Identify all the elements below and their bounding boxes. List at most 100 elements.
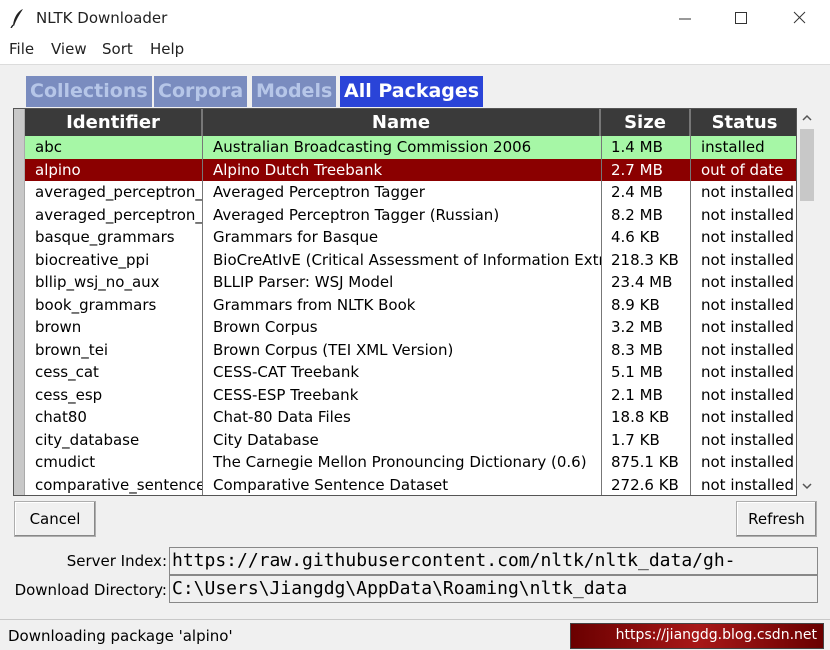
table-row[interactable]: city_database City Database 1.7 KB not inst… bbox=[25, 429, 796, 452]
cell-status: not installed bbox=[701, 250, 794, 269]
status-text: Downloading package 'alpino' bbox=[8, 627, 233, 645]
table-row[interactable]: chat80 Chat-80 Data Files 18.8 KB not insta… bbox=[25, 406, 796, 429]
cell-identifier: averaged_perceptron_t bbox=[35, 183, 202, 201]
table-row[interactable]: comparative_sentences Comparative Sentenc… bbox=[25, 474, 796, 496]
cell-status: not installed bbox=[701, 318, 794, 336]
col-status[interactable]: Status bbox=[691, 109, 796, 136]
menu-file[interactable]: File bbox=[9, 40, 34, 58]
table-header: Identifier Name Size Status bbox=[25, 109, 796, 136]
scroll-up-button[interactable] bbox=[797, 108, 817, 128]
table-row[interactable]: alpino Alpino Dutch Treebank 2.7 MB out of … bbox=[25, 158, 796, 181]
cell-identifier: basque_grammars bbox=[35, 228, 175, 246]
cell-name: Averaged Perceptron Tagger (Russian) bbox=[213, 205, 500, 224]
cell-size: 8.2 MB bbox=[611, 205, 663, 224]
cell-name: Australian Broadcasting Commission 2006 bbox=[213, 138, 532, 156]
cell-size: 2.7 MB bbox=[611, 160, 663, 179]
cell-name: CESS-CAT Treebank bbox=[213, 363, 360, 381]
scroll-thumb[interactable] bbox=[800, 129, 814, 201]
refresh-button[interactable]: Refresh bbox=[736, 501, 817, 537]
row-gutter bbox=[14, 109, 25, 495]
main-panel: Collections Corpora Models All Packages … bbox=[0, 64, 830, 650]
cell-name: The Carnegie Mellon Pronouncing Dictiona… bbox=[213, 453, 587, 471]
maximize-icon bbox=[735, 12, 747, 24]
cell-name: Comparative Sentence Dataset bbox=[213, 475, 449, 494]
tab-all-packages[interactable]: All Packages bbox=[340, 76, 484, 107]
table-row[interactable]: biocreative_ppi BioCreAtIvE (Critical Ass… bbox=[25, 249, 796, 272]
cell-identifier: brown_tei bbox=[35, 340, 109, 359]
cell-status: not installed bbox=[701, 183, 794, 201]
cell-identifier: alpino bbox=[35, 160, 81, 179]
cell-identifier: cess_cat bbox=[35, 363, 99, 381]
table-row[interactable]: abc Australian Broadcasting Commission 20… bbox=[25, 136, 796, 159]
cell-status: installed bbox=[701, 138, 765, 156]
table-row[interactable]: averaged_perceptron_t Averaged Perceptron… bbox=[25, 181, 796, 204]
cell-name: Grammars for Basque bbox=[213, 228, 379, 246]
close-button[interactable] bbox=[770, 0, 828, 36]
server-index-field[interactable]: https://raw.githubusercontent.com/nltk/n… bbox=[169, 547, 818, 575]
server-index-label: Server Index: bbox=[66, 552, 167, 570]
cell-identifier: averaged_perceptron_t bbox=[35, 205, 202, 224]
cell-status: not installed bbox=[701, 475, 794, 494]
col-identifier[interactable]: Identifier bbox=[25, 109, 203, 136]
tab-models[interactable]: Models bbox=[252, 76, 337, 107]
cancel-button[interactable]: Cancel bbox=[14, 501, 96, 537]
cell-size: 1.7 KB bbox=[611, 430, 660, 449]
cell-status: not installed bbox=[701, 408, 794, 426]
table-row[interactable]: cess_esp CESS-ESP Treebank 2.1 MB not insta… bbox=[25, 384, 796, 407]
tab-collections[interactable]: Collections bbox=[26, 76, 152, 107]
cell-status: not installed bbox=[701, 385, 794, 404]
cell-size: 2.4 MB bbox=[611, 183, 663, 201]
cell-status: not installed bbox=[701, 363, 794, 381]
scroll-down-button[interactable] bbox=[797, 476, 817, 496]
cell-status: not installed bbox=[701, 273, 794, 291]
cell-size: 218.3 KB bbox=[611, 250, 679, 269]
cell-name: Alpino Dutch Treebank bbox=[213, 160, 383, 179]
column-divider bbox=[690, 136, 691, 495]
cell-name: Averaged Perceptron Tagger bbox=[213, 183, 425, 201]
cell-status: not installed bbox=[701, 205, 794, 224]
cell-name: CESS-ESP Treebank bbox=[213, 385, 359, 404]
cell-name: Grammars from NLTK Book bbox=[213, 295, 416, 314]
cell-name: Brown Corpus bbox=[213, 318, 318, 336]
cell-name: Chat-80 Data Files bbox=[213, 408, 351, 426]
cell-size: 3.2 MB bbox=[611, 318, 663, 336]
table-row[interactable]: brown Brown Corpus 3.2 MB not installed bbox=[25, 316, 796, 339]
cell-identifier: biocreative_ppi bbox=[35, 250, 150, 269]
col-size[interactable]: Size bbox=[601, 109, 691, 136]
table-row[interactable]: basque_grammars Grammars for Basque 4.6 KB… bbox=[25, 226, 796, 249]
tab-corpora[interactable]: Corpora bbox=[154, 76, 248, 107]
cell-status: not installed bbox=[701, 295, 794, 314]
cell-identifier: book_grammars bbox=[35, 295, 157, 314]
cell-status: not installed bbox=[701, 340, 794, 359]
table-row[interactable]: cess_cat CESS-CAT Treebank 5.1 MB not insta… bbox=[25, 361, 796, 384]
table-row[interactable]: cmudict The Carnegie Mellon Pronouncing D… bbox=[25, 451, 796, 474]
menu-help[interactable]: Help bbox=[150, 40, 184, 58]
cell-name: Brown Corpus (TEI XML Version) bbox=[213, 340, 454, 359]
table-row[interactable]: averaged_perceptron_t Averaged Perceptron… bbox=[25, 204, 796, 227]
menu-sort[interactable]: Sort bbox=[102, 40, 133, 58]
col-name[interactable]: Name bbox=[203, 109, 601, 136]
cell-size: 23.4 MB bbox=[611, 273, 673, 291]
column-divider bbox=[601, 136, 602, 495]
cell-size: 8.9 KB bbox=[611, 295, 660, 314]
cell-name: BioCreAtIvE (Critical Assessment of Info… bbox=[213, 250, 601, 269]
packages-table: Identifier Name Size Status abc Australia… bbox=[13, 108, 797, 496]
minimize-button[interactable] bbox=[656, 0, 714, 36]
vertical-scrollbar[interactable] bbox=[797, 108, 817, 496]
table-row[interactable]: bllip_wsj_no_aux BLLIP Parser: WSJ Model 2… bbox=[25, 271, 796, 294]
minimize-icon bbox=[679, 18, 691, 20]
cell-size: 2.1 MB bbox=[611, 385, 663, 404]
cell-identifier: comparative_sentences bbox=[35, 475, 202, 494]
download-directory-label: Download Directory: bbox=[14, 581, 167, 599]
menu-view[interactable]: View bbox=[51, 40, 87, 58]
table-row[interactable]: brown_tei Brown Corpus (TEI XML Version) 8… bbox=[25, 339, 796, 362]
download-directory-field[interactable]: C:\Users\Jiangdg\AppData\Roaming\nltk_da… bbox=[169, 575, 818, 603]
table-body: abc Australian Broadcasting Commission 20… bbox=[25, 136, 796, 496]
close-icon bbox=[793, 11, 806, 24]
cell-size: 1.4 MB bbox=[611, 138, 663, 156]
cell-identifier: cmudict bbox=[35, 453, 96, 471]
table-row[interactable]: book_grammars Grammars from NLTK Book 8.9 … bbox=[25, 294, 796, 317]
maximize-button[interactable] bbox=[712, 0, 770, 36]
cell-identifier: cess_esp bbox=[35, 385, 103, 404]
watermark-text: https://jiangdg.blog.csdn.net bbox=[615, 627, 817, 643]
